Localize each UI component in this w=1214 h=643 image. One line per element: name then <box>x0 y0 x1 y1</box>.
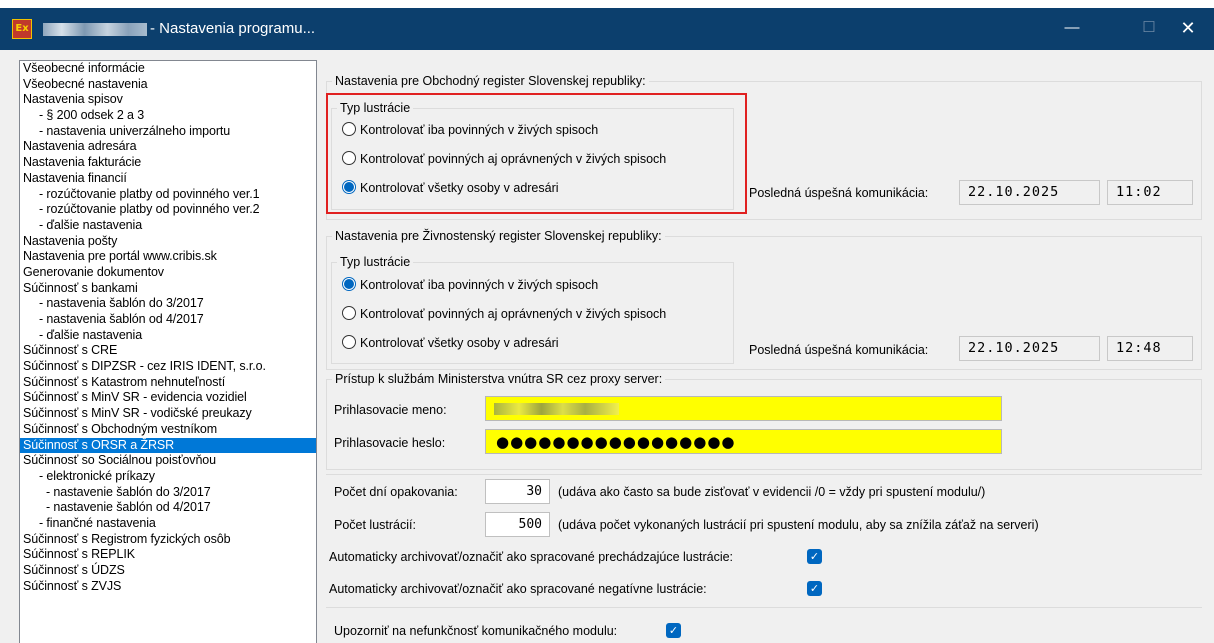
redacted-app-name <box>43 23 147 36</box>
zrsr-option-1[interactable]: Kontrolovať povinných aj oprávnených v ž… <box>342 304 666 324</box>
nav-item[interactable]: Súčinnosť s REPLIK <box>20 547 316 563</box>
orsr-last-comm-label: Posledná úspešná komunikácia: <box>749 186 929 200</box>
archive-previous-label: Automaticky archivovať/označiť ako sprac… <box>329 550 734 564</box>
nav-item[interactable]: - elektronické príkazy <box>20 469 316 485</box>
title-bar: Ex - Nastavenia programu... — ☐ ✕ <box>0 8 1214 50</box>
nav-item[interactable]: Súčinnosť s Katastrom nehnuteľností <box>20 375 316 391</box>
nav-item[interactable]: Súčinnosť so Sociálnou poisťovňou <box>20 453 316 469</box>
archive-previous-checkbox[interactable]: ✓ <box>807 549 822 564</box>
nav-item[interactable]: Nastavenia financií <box>20 171 316 187</box>
notify-failure-label: Upozorniť na nefunkčnosť komunikačného m… <box>334 624 618 638</box>
archive-negative-checkbox[interactable]: ✓ <box>807 581 822 596</box>
orsr-last-comm-date: 22.10.2025 <box>959 180 1100 205</box>
zrsr-lustr-type-group: Typ lustrácie Kontrolovať iba povinných … <box>331 254 734 364</box>
nav-item[interactable]: Súčinnosť s ZVJS <box>20 579 316 595</box>
nav-item[interactable]: Súčinnosť s Obchodným vestníkom <box>20 422 316 438</box>
window-title: - Nastavenia programu... <box>150 20 316 37</box>
zrsr-last-comm-time: 12:48 <box>1107 336 1193 361</box>
nav-item[interactable]: Nastavenia spisov <box>20 92 316 108</box>
minimize-button[interactable]: — <box>1049 8 1095 50</box>
nav-item[interactable]: - ďalšie nastavenia <box>20 328 316 344</box>
nav-item[interactable]: - nastavenie šablón do 3/2017 <box>20 485 316 501</box>
orsr-last-comm-time: 11:02 <box>1107 180 1193 205</box>
proxy-group-title: Prístup k službám Ministerstva vnútra SR… <box>332 371 666 387</box>
zrsr-group-title: Nastavenia pre Živnostenský register Slo… <box>332 228 665 244</box>
orsr-group-title: Nastavenia pre Obchodný register Slovens… <box>332 73 649 89</box>
red-highlight-frame <box>326 93 747 214</box>
nav-item[interactable]: Súčinnosť s CRE <box>20 343 316 359</box>
zrsr-option-0[interactable]: Kontrolovať iba povinných v živých spiso… <box>342 275 598 295</box>
lustr-count-label: Počet lustrácií: <box>334 518 416 532</box>
nav-item[interactable]: - nastavenia šablón do 3/2017 <box>20 296 316 312</box>
retry-days-label: Počet dní opakovania: <box>334 485 458 499</box>
nav-item[interactable]: - rozúčtovanie platby od povinného ver.1 <box>20 187 316 203</box>
nav-item[interactable]: Nastavenia fakturácie <box>20 155 316 171</box>
nav-item[interactable]: - nastavenia univerzálneho importu <box>20 124 316 140</box>
nav-item[interactable]: Všeobecné informácie <box>20 61 316 77</box>
nav-item[interactable]: Generovanie dokumentov <box>20 265 316 281</box>
lustr-count-input[interactable]: 500 <box>485 512 550 537</box>
dialog-client-area: Všeobecné informácie Všeobecné nastavenia… <box>0 50 1214 643</box>
radio-selected-icon[interactable] <box>342 277 356 291</box>
zrsr-lustr-type-title: Typ lustrácie <box>337 254 414 270</box>
nav-item[interactable]: Nastavenia pre portál www.cribis.sk <box>20 249 316 265</box>
retry-days-hint: (udáva ako často sa bude zisťovať v evid… <box>558 485 986 499</box>
password-label: Prihlasovacie heslo: <box>334 436 446 450</box>
close-button[interactable]: ✕ <box>1165 8 1211 50</box>
redacted-username <box>494 403 619 415</box>
nav-item[interactable]: Súčinnosť s MinV SR - evidencia vozidiel <box>20 390 316 406</box>
lustr-count-hint: (udáva počet vykonaných lustrácií pri sp… <box>558 518 1039 532</box>
password-input[interactable]: ●●●●●●●●●●●●●●●●● <box>485 429 1002 454</box>
nav-item[interactable]: Súčinnosť s ORSR a ŽRSR <box>20 437 316 454</box>
nav-item[interactable]: - finančné nastavenia <box>20 516 316 532</box>
nav-item[interactable]: - rozúčtovanie platby od povinného ver.2 <box>20 202 316 218</box>
retry-days-input[interactable]: 30 <box>485 479 550 504</box>
zrsr-last-comm-label: Posledná úspešná komunikácia: <box>749 343 929 357</box>
settings-nav-list[interactable]: Všeobecné informácie Všeobecné nastavenia… <box>19 60 317 643</box>
nav-item[interactable]: Súčinnosť s DIPZSR - cez IRIS IDENT, s.r… <box>20 359 316 375</box>
archive-negative-label: Automaticky archivovať/označiť ako sprac… <box>329 582 707 596</box>
nav-item[interactable]: Súčinnosť s MinV SR - vodičské preukazy <box>20 406 316 422</box>
nav-item[interactable]: Súčinnosť s Registrom fyzických osôb <box>20 532 316 548</box>
separator-line <box>326 607 1202 608</box>
nav-item[interactable]: Nastavenia pošty <box>20 234 316 250</box>
separator-line <box>326 474 1202 475</box>
nav-item[interactable]: - § 200 odsek 2 a 3 <box>20 108 316 124</box>
nav-item[interactable]: Súčinnosť s bankami <box>20 281 316 297</box>
password-mask: ●●●●●●●●●●●●●●●●● <box>496 433 736 451</box>
nav-item[interactable]: Nastavenia adresára <box>20 139 316 155</box>
nav-item[interactable]: - ďalšie nastavenia <box>20 218 316 234</box>
nav-item[interactable]: - nastavenie šablón od 4/2017 <box>20 500 316 516</box>
nav-item[interactable]: - nastavenia šablón od 4/2017 <box>20 312 316 328</box>
top-strip <box>0 0 1214 8</box>
radio-button-icon[interactable] <box>342 335 356 349</box>
username-input[interactable] <box>485 396 1002 421</box>
notify-failure-checkbox[interactable]: ✓ <box>666 623 681 638</box>
radio-button-icon[interactable] <box>342 306 356 320</box>
nav-item[interactable]: Súčinnosť s ÚDZS <box>20 563 316 579</box>
zrsr-option-2[interactable]: Kontrolovať všetky osoby v adresári <box>342 333 559 353</box>
nav-item[interactable]: Všeobecné nastavenia <box>20 77 316 93</box>
username-label: Prihlasovacie meno: <box>334 403 447 417</box>
proxy-group: Prístup k službám Ministerstva vnútra SR… <box>326 371 1202 470</box>
zrsr-last-comm-date: 22.10.2025 <box>959 336 1100 361</box>
app-logo-icon: Ex <box>12 19 32 39</box>
